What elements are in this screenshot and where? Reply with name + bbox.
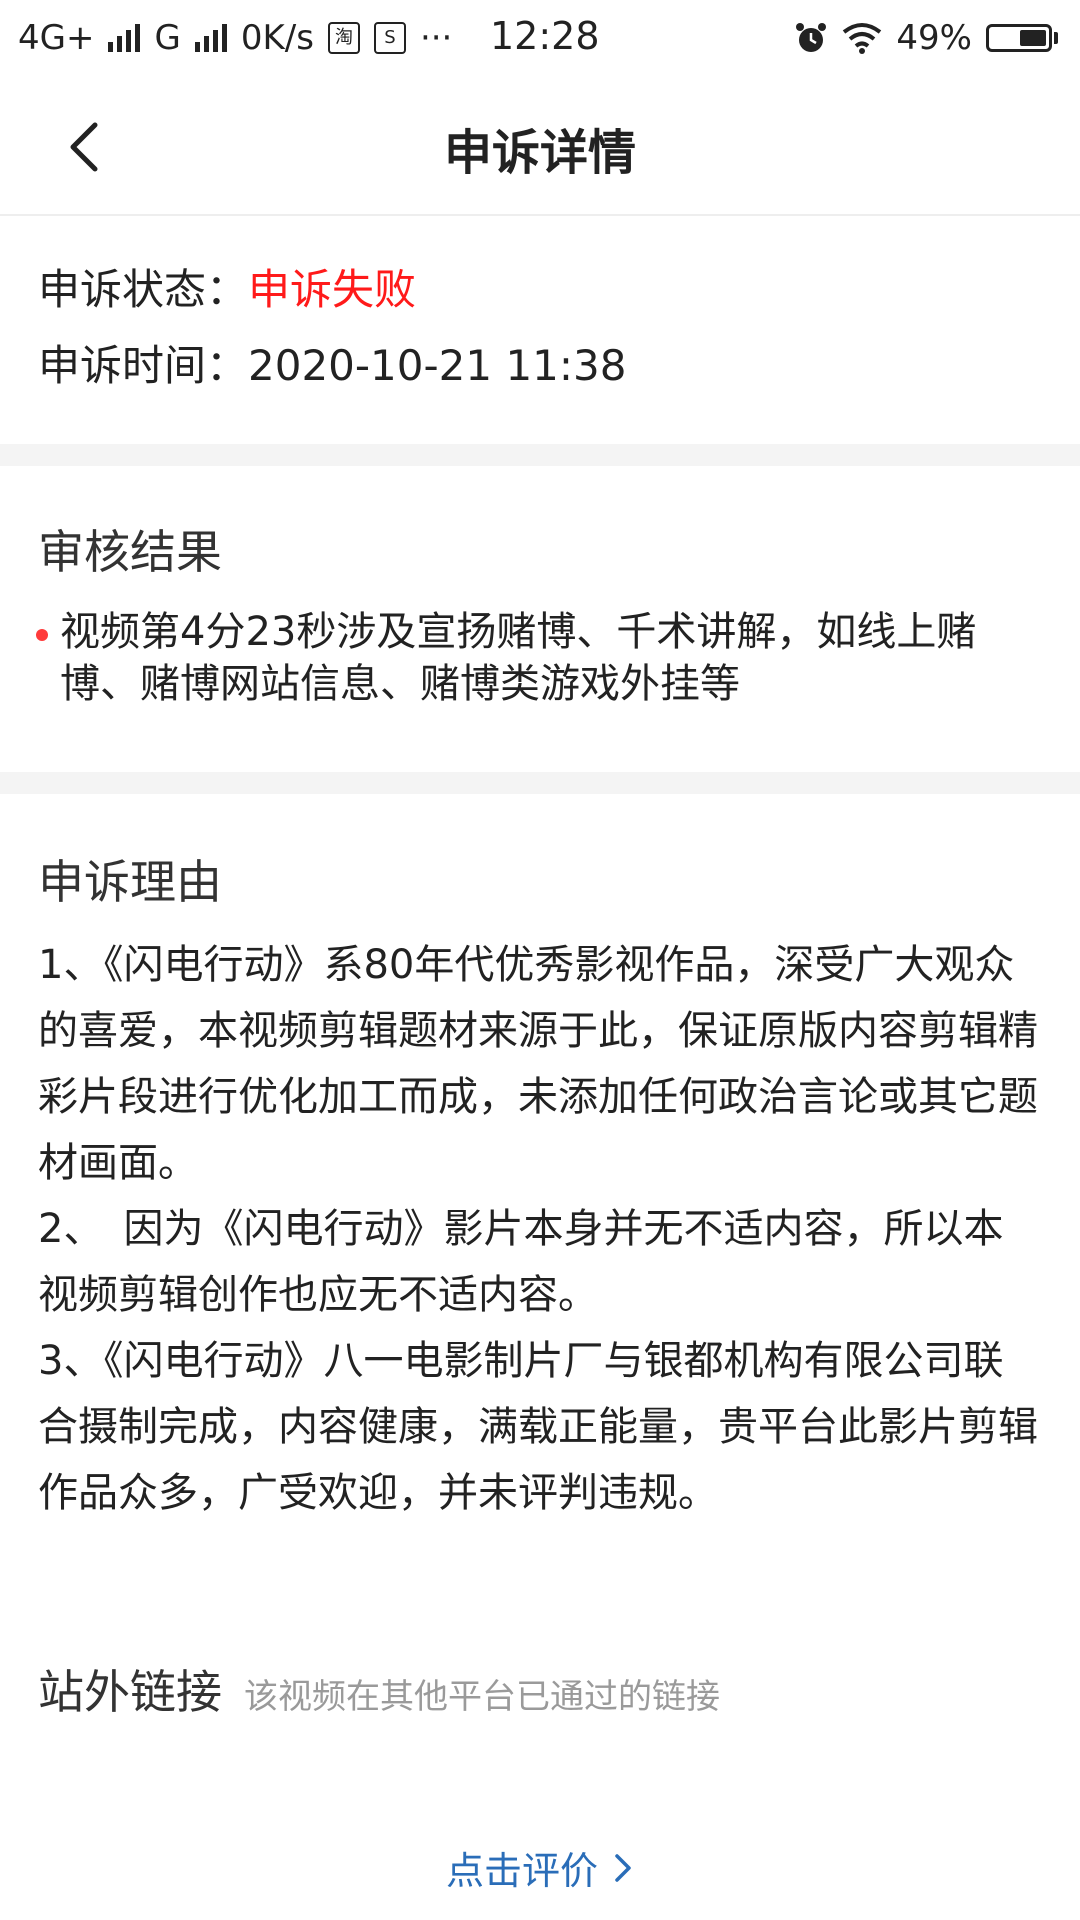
review-result-title: 审核结果 — [38, 525, 222, 579]
nav-header: 申诉详情 — [0, 75, 1080, 216]
battery-fill — [1019, 29, 1046, 46]
more-icon: ··· — [419, 17, 453, 58]
app-s-icon: S — [373, 21, 406, 54]
review-result-section: 审核结果 视频第4分23秒涉及宣扬赌博、千术讲解，如线上赌博、赌博网站信息、赌博… — [0, 466, 1080, 772]
time-label: 申诉时间： — [38, 341, 249, 390]
time-value: 2020-10-21 11:38 — [248, 341, 627, 390]
battery-icon — [986, 23, 1058, 52]
section-divider — [0, 444, 1080, 466]
appeal-reason-paragraph: 1、《闪电行动》系80年代优秀影视作品，深受广大观众的喜爱，本视频剪辑题材来源于… — [38, 942, 1038, 1186]
signal-icon — [194, 23, 227, 52]
status-bar-right: 49% — [794, 18, 1080, 58]
external-links-row: 站外链接 该视频在其他平台已通过的链接 — [38, 1656, 720, 1722]
review-result-item: 视频第4分23秒涉及宣扬赌博、千术讲解，如线上赌博、赌博网站信息、赌博类游戏外挂… — [60, 609, 977, 707]
appeal-reason-section: 申诉理由 1、《闪电行动》系80年代优秀影视作品，深受广大观众的喜爱，本视频剪辑… — [0, 794, 1080, 1920]
appeal-reason-paragraph: 3、《闪电行动》八一电影制片厂与银都机构有限公司联合摄制完成，内容健康，满载正能… — [38, 1338, 1038, 1516]
rate-button[interactable]: 点击评价 — [0, 1840, 1080, 1895]
page-title: 申诉详情 — [443, 125, 636, 181]
alarm-icon — [796, 22, 827, 52]
taobao-icon: 淘 — [327, 21, 360, 54]
appeal-reason-title: 申诉理由 — [38, 855, 222, 909]
status-badge: 申诉失败 — [248, 265, 417, 314]
chevron-right-icon — [615, 1853, 631, 1882]
status-time: 12:28 — [490, 14, 600, 58]
appeal-reason-paragraph: 2、 因为《闪电行动》影片本身并无不适内容，所以本视频剪辑创作也应无不适内容。 — [38, 1206, 1004, 1318]
network-speed: 0K/s — [240, 17, 314, 58]
signal-icon — [108, 23, 141, 52]
battery-percent: 49% — [896, 17, 972, 58]
external-links-title: 站外链接 — [38, 1665, 222, 1719]
external-links-hint: 该视频在其他平台已通过的链接 — [244, 1677, 720, 1717]
appeal-reason-list: 1、《闪电行动》系80年代优秀影视作品，深受广大观众的喜爱，本视频剪辑题材来源于… — [38, 932, 1038, 1526]
status-label: 申诉状态： — [38, 265, 249, 314]
wifi-icon — [843, 22, 882, 54]
status-row: 申诉状态：申诉失败 — [38, 256, 416, 317]
network-type-2: G — [154, 17, 181, 58]
appeal-detail-page: 4G+ G 0K/s 淘 S ··· 12:28 49% 申诉详情 申诉状态：申… — [0, 0, 1080, 1920]
network-type-1: 4G+ — [18, 17, 95, 58]
bullet-dot — [36, 629, 48, 641]
time-row: 申诉时间：2020-10-21 11:38 — [38, 332, 627, 393]
section-divider — [0, 772, 1080, 794]
status-bar-left: 4G+ G 0K/s 淘 S ··· — [0, 18, 452, 58]
appeal-status-section: 申诉状态：申诉失败 申诉时间：2020-10-21 11:38 — [0, 216, 1080, 444]
status-bar: 4G+ G 0K/s 淘 S ··· 12:28 49% — [0, 0, 1080, 75]
rate-label: 点击评价 — [445, 1849, 598, 1893]
